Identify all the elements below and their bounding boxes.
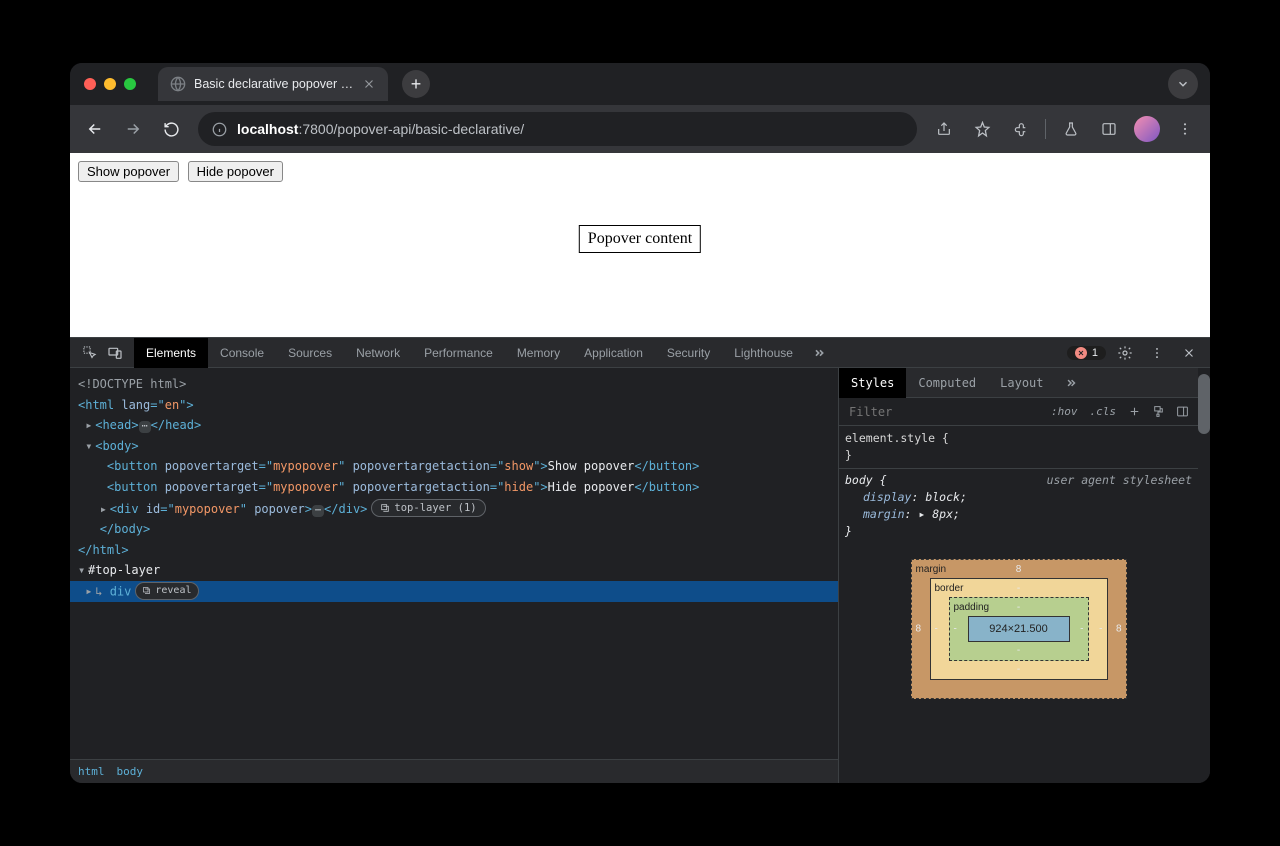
- devtools-tabs: Elements Console Sources Network Perform…: [70, 338, 1210, 368]
- error-icon: [1075, 347, 1087, 359]
- plus-icon[interactable]: [1124, 399, 1144, 425]
- minimize-window-icon[interactable]: [104, 78, 116, 90]
- close-icon[interactable]: [362, 77, 376, 91]
- paint-icon[interactable]: [1148, 399, 1168, 425]
- page-viewport: Show popover Hide popover Popover conten…: [70, 153, 1210, 337]
- show-popover-button[interactable]: Show popover: [78, 161, 179, 182]
- breadcrumb: html body: [70, 759, 838, 783]
- box-model-content: 924×21.500: [968, 616, 1070, 643]
- avatar: [1134, 116, 1160, 142]
- reveal-badge[interactable]: reveal: [135, 582, 198, 600]
- panel-icon[interactable]: [1172, 399, 1192, 425]
- kebab-menu-icon[interactable]: [1144, 340, 1170, 366]
- traffic-lights: [84, 78, 136, 90]
- tab-console[interactable]: Console: [208, 338, 276, 368]
- browser-window: Basic declarative popover exa + localhos…: [70, 63, 1210, 783]
- reload-button[interactable]: [154, 112, 188, 146]
- inspect-icon[interactable]: [76, 340, 102, 366]
- url-text: localhost:7800/popover-api/basic-declara…: [237, 121, 524, 137]
- profile-avatar[interactable]: [1130, 112, 1164, 146]
- hide-popover-button[interactable]: Hide popover: [188, 161, 283, 182]
- close-icon[interactable]: [1176, 340, 1202, 366]
- top-layer-badge[interactable]: top-layer (1): [371, 499, 485, 517]
- extensions-icon[interactable]: [1003, 112, 1037, 146]
- tab-computed[interactable]: Computed: [906, 368, 988, 398]
- maximize-window-icon[interactable]: [124, 78, 136, 90]
- tab-memory[interactable]: Memory: [505, 338, 572, 368]
- more-tabs-icon[interactable]: [805, 340, 831, 366]
- side-panel-icon[interactable]: [1092, 112, 1126, 146]
- share-icon[interactable]: [927, 112, 961, 146]
- new-tab-button[interactable]: +: [402, 70, 430, 98]
- browser-tab[interactable]: Basic declarative popover exa: [158, 67, 388, 101]
- gear-icon[interactable]: [1112, 340, 1138, 366]
- styles-panel: Styles Computed Layout :hov .cls element…: [838, 368, 1198, 783]
- address-bar[interactable]: localhost:7800/popover-api/basic-declara…: [198, 112, 917, 146]
- styles-rules: element.style { } body {user agent style…: [839, 426, 1198, 703]
- selected-element-row[interactable]: ▸↳ divreveal: [70, 581, 838, 602]
- toolbar-divider: [1045, 119, 1046, 139]
- tab-lighthouse[interactable]: Lighthouse: [722, 338, 805, 368]
- error-count-badge[interactable]: 1: [1067, 346, 1106, 360]
- error-count: 1: [1092, 347, 1098, 359]
- globe-icon: [170, 76, 186, 92]
- browser-toolbar: localhost:7800/popover-api/basic-declara…: [70, 105, 1210, 153]
- kebab-menu-icon[interactable]: [1168, 112, 1202, 146]
- scrollbar[interactable]: [1198, 368, 1210, 783]
- tab-bar: Basic declarative popover exa +: [70, 63, 1210, 105]
- device-toggle-icon[interactable]: [102, 340, 128, 366]
- tab-styles[interactable]: Styles: [839, 368, 906, 398]
- filter-input[interactable]: [845, 405, 1043, 419]
- tab-security[interactable]: Security: [655, 338, 722, 368]
- breadcrumb-item[interactable]: html: [78, 765, 105, 778]
- labs-icon[interactable]: [1054, 112, 1088, 146]
- tab-application[interactable]: Application: [572, 338, 655, 368]
- tab-performance[interactable]: Performance: [412, 338, 505, 368]
- tab-title: Basic declarative popover exa: [194, 77, 354, 91]
- elements-panel[interactable]: <!DOCTYPE html> <html lang="en"> ▸<head>…: [70, 368, 838, 783]
- hov-toggle[interactable]: :hov: [1047, 405, 1082, 418]
- breadcrumb-item[interactable]: body: [117, 765, 144, 778]
- tab-network[interactable]: Network: [344, 338, 412, 368]
- forward-button[interactable]: [116, 112, 150, 146]
- back-button[interactable]: [78, 112, 112, 146]
- devtools: Elements Console Sources Network Perform…: [70, 337, 1210, 783]
- tab-elements[interactable]: Elements: [134, 338, 208, 368]
- info-icon: [212, 122, 227, 137]
- more-tabs-icon[interactable]: [1058, 370, 1084, 396]
- cls-toggle[interactable]: .cls: [1086, 405, 1121, 418]
- popover-content: Popover content: [579, 225, 701, 253]
- tab-layout[interactable]: Layout: [988, 368, 1055, 398]
- box-model[interactable]: margin 8 8 8 border - - - -: [911, 559, 1127, 700]
- close-window-icon[interactable]: [84, 78, 96, 90]
- chevron-down-icon[interactable]: [1168, 69, 1198, 99]
- code-doctype: <!DOCTYPE html>: [78, 377, 186, 391]
- bookmark-icon[interactable]: [965, 112, 999, 146]
- tab-sources[interactable]: Sources: [276, 338, 344, 368]
- top-layer-heading[interactable]: #top-layer: [88, 563, 160, 577]
